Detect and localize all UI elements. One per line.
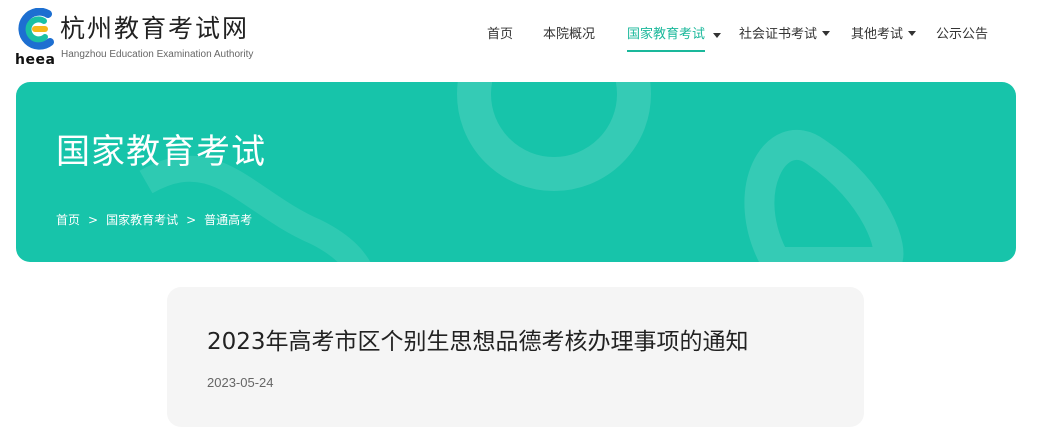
breadcrumb-separator: > [186,213,197,227]
breadcrumb-separator: > [88,213,99,227]
nav-item-home[interactable]: 首页 [487,24,513,50]
main-nav: 首页 本院概况 国家教育考试 社会证书考试 其他考试 公示公告 [0,24,1039,54]
nav-item-announcements[interactable]: 公示公告 [936,24,988,50]
chevron-down-icon [822,31,831,36]
nav-item-certificate-exams[interactable]: 社会证书考试 [739,24,831,50]
nav-item-national-exams[interactable]: 国家教育考试 [627,24,706,52]
breadcrumb-gaokao[interactable]: 普通高考 [204,213,252,227]
article-date: 2023-05-24 [207,375,274,390]
breadcrumb-national-exams[interactable]: 国家教育考试 [106,213,178,227]
chevron-down-icon[interactable] [713,33,721,38]
banner-decoration [139,82,904,262]
breadcrumb: 首页 > 国家教育考试 > 普通高考 [56,212,252,228]
breadcrumb-home[interactable]: 首页 [56,213,80,227]
page-title: 国家教育考试 [56,132,266,172]
nav-item-label: 国家教育考试 [627,27,706,42]
page-banner: 国家教育考试 首页 > 国家教育考试 > 普通高考 [16,82,1016,262]
article-title: 2023年高考市区个别生思想品德考核办理事项的通知 [207,329,749,355]
nav-item-label: 其他考试 [851,27,904,42]
logo-abbreviation: heea [15,52,56,68]
nav-item-label: 公示公告 [936,27,989,42]
nav-item-other-exams[interactable]: 其他考试 [851,24,917,50]
nav-item-about[interactable]: 本院概况 [543,24,595,50]
nav-item-label: 首页 [487,27,514,42]
chevron-down-icon [908,31,917,36]
nav-item-label: 社会证书考试 [739,27,818,42]
nav-item-label: 本院概况 [543,27,596,42]
article-card: 2023年高考市区个别生思想品德考核办理事项的通知 2023-05-24 [167,287,864,427]
site-header: heea 杭州教育考试网 Hangzhou Education Examinat… [0,0,1039,72]
